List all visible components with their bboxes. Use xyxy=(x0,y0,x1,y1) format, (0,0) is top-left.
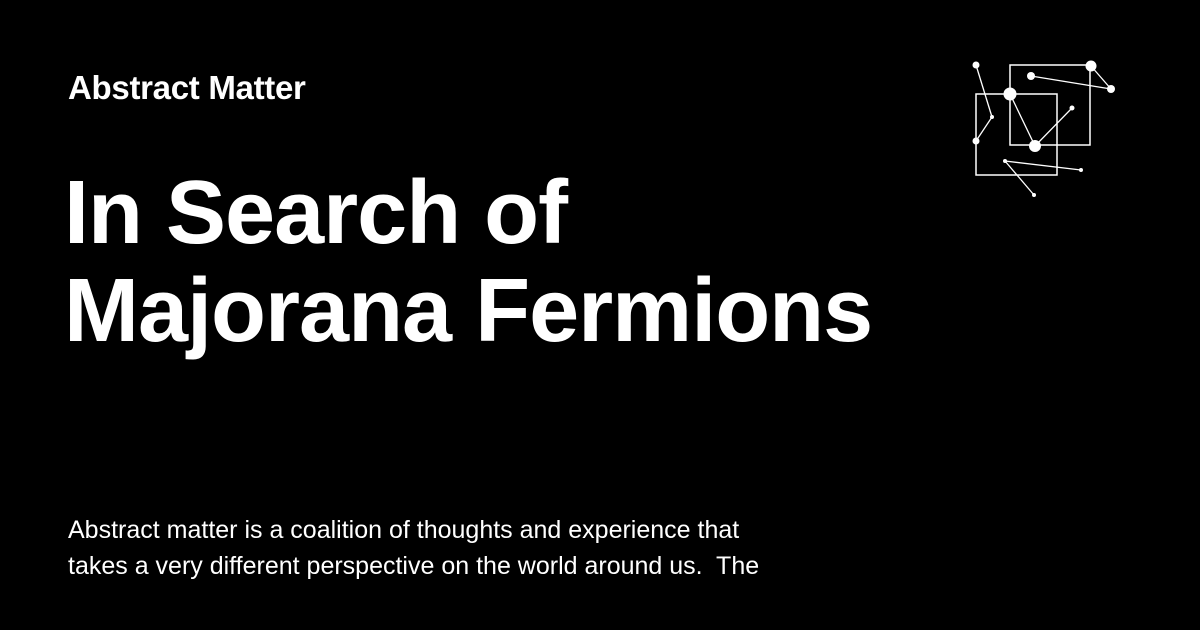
title-line-2: Majorana Fermions xyxy=(64,261,873,361)
social-preview-card: Abstract Matter In Search of Majorana Fe… xyxy=(0,0,1200,630)
network-squares-icon xyxy=(972,60,1115,197)
description-line-1: Abstract matter is a coalition of though… xyxy=(68,516,740,544)
description-line-2: takes a very different perspective on th… xyxy=(68,552,760,580)
site-name: Abstract Matter xyxy=(68,69,306,106)
article-description: Abstract matter is a coalition of though… xyxy=(68,512,868,584)
title-line-1: In Search of xyxy=(64,163,568,263)
page-title: In Search of Majorana Fermions xyxy=(64,164,944,360)
